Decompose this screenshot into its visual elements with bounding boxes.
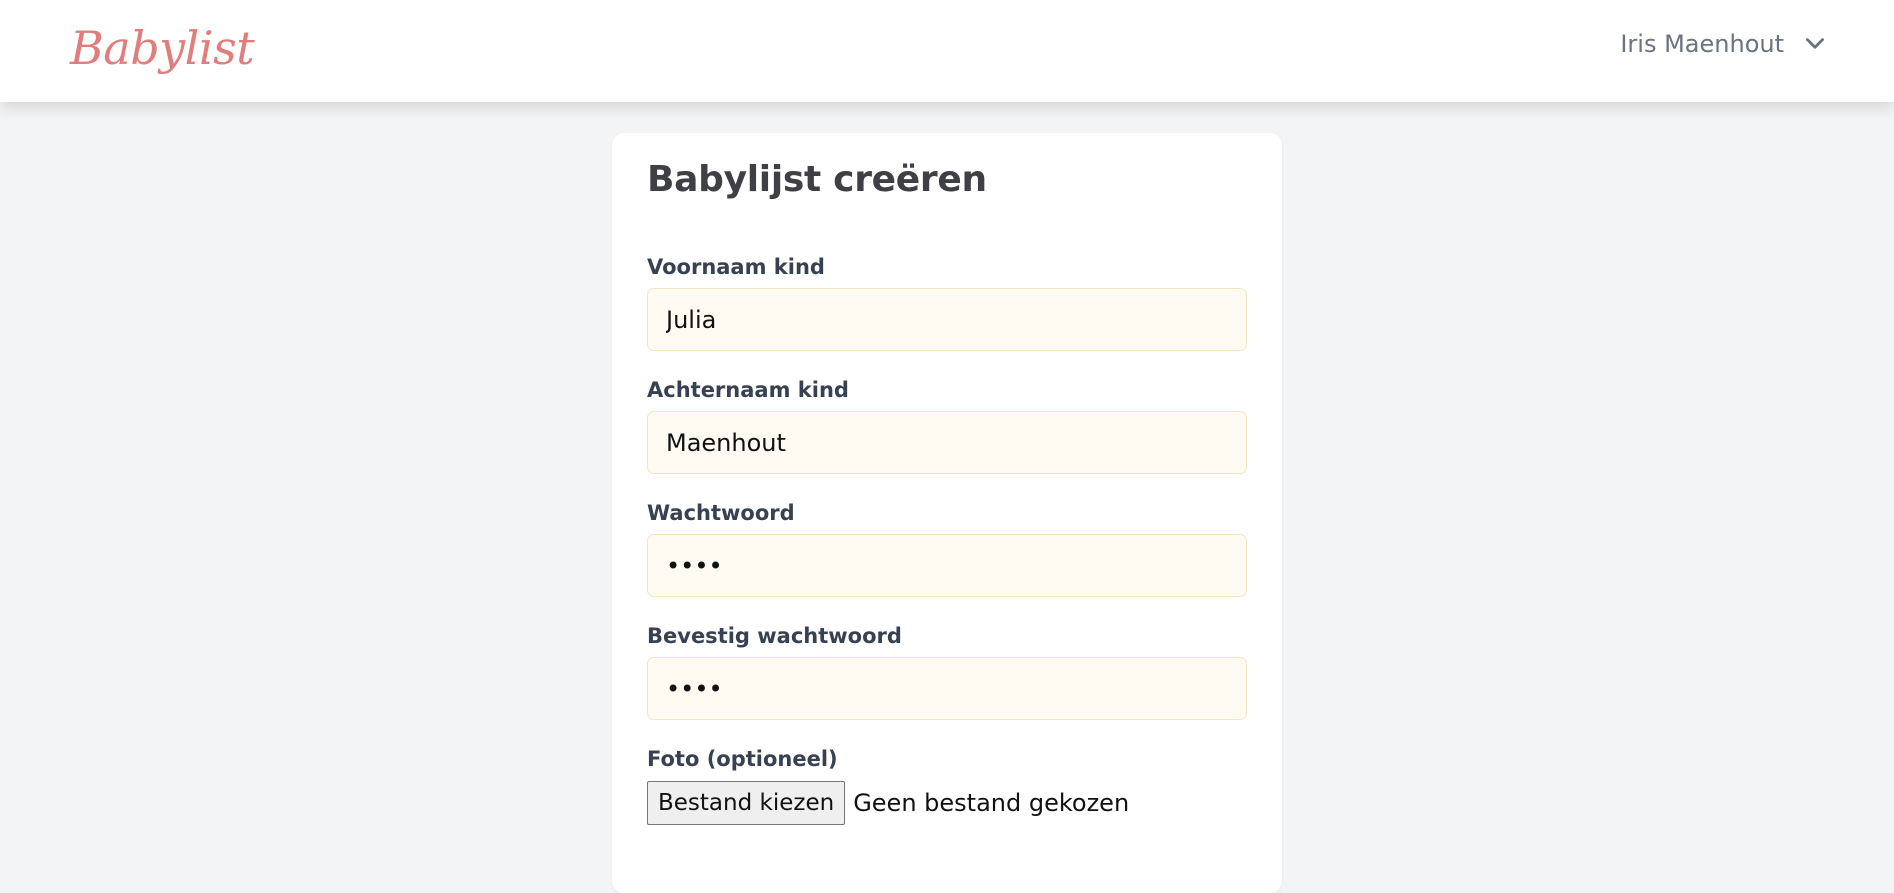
photo-file-picker: Bestand kiezen Geen bestand gekozen <box>647 781 1129 825</box>
choose-file-button[interactable]: Bestand kiezen <box>647 781 846 825</box>
confirm-password-input[interactable] <box>647 657 1247 720</box>
page-title: Babylijst creëren <box>647 159 987 200</box>
user-menu[interactable]: Iris Maenhout <box>1620 24 1828 64</box>
user-name: Iris Maenhout <box>1620 30 1784 58</box>
brand-logo[interactable]: Babylist <box>70 18 255 78</box>
photo-label: Foto (optioneel) <box>647 747 838 771</box>
password-input[interactable] <box>647 534 1247 597</box>
first-name-input[interactable] <box>647 288 1247 351</box>
top-navbar: Babylist Iris Maenhout <box>0 0 1894 102</box>
password-label: Wachtwoord <box>647 501 795 525</box>
last-name-label: Achternaam kind <box>647 378 849 402</box>
first-name-label: Voornaam kind <box>647 255 825 279</box>
last-name-input[interactable] <box>647 411 1247 474</box>
file-status-text: Geen bestand gekozen <box>853 789 1130 817</box>
confirm-password-label: Bevestig wachtwoord <box>647 624 902 648</box>
chevron-down-icon[interactable] <box>1802 31 1828 57</box>
create-list-card: Babylijst creëren Voornaam kind Achterna… <box>612 133 1282 893</box>
